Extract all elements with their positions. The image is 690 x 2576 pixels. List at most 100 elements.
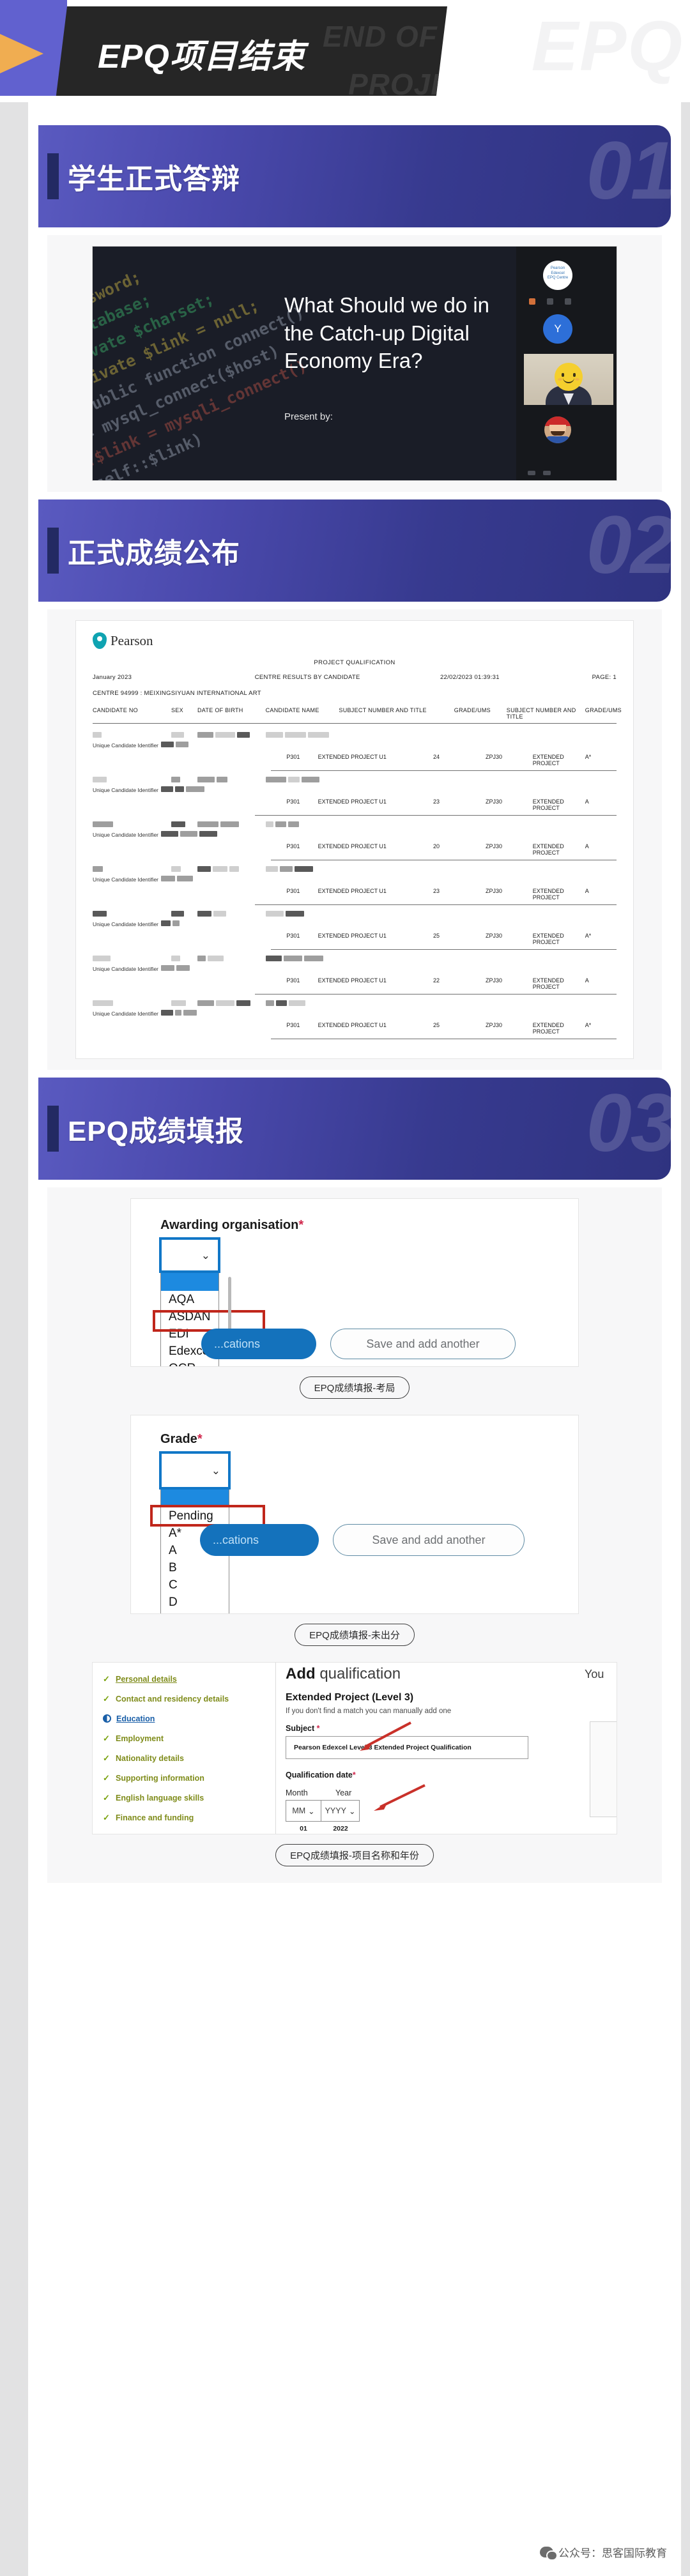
spacer xyxy=(93,888,286,901)
final-grade: A xyxy=(585,977,617,990)
subject-title-2: EXTENDED PROJECT xyxy=(533,798,585,811)
subject-code-1: P301 xyxy=(286,977,318,990)
option-ocr[interactable]: OCR xyxy=(161,1360,218,1366)
ucas-month-label: Month xyxy=(286,1788,321,1797)
unique-candidate-identifier: Unique Candidate Identifier xyxy=(93,831,617,838)
col-date-of-birth: DATE OF BIRTH xyxy=(197,707,266,720)
ucas-nav-item-employment[interactable]: ✓ Employment xyxy=(103,1728,275,1748)
option-blank-selected[interactable] xyxy=(161,1490,229,1507)
required-asterisk: * xyxy=(298,1218,303,1232)
document-page-number: PAGE: 1 xyxy=(543,674,617,681)
candidate-identity-redacted xyxy=(93,864,617,874)
subject-code-2: ZPJ30 xyxy=(486,754,533,766)
candidate-identity-redacted xyxy=(93,909,617,919)
ucas-nav-item-personal-details[interactable]: ✓ Personal details xyxy=(103,1669,275,1689)
chat-icon xyxy=(543,471,551,475)
ums-score: 24 xyxy=(433,754,486,766)
section-banner-03: 03 EPQ成绩填报 xyxy=(38,1078,671,1180)
awarding-organisation-select[interactable]: ⌄ xyxy=(159,1237,220,1273)
table-header-rule xyxy=(93,723,617,724)
row-divider xyxy=(271,949,617,950)
subject-title-2: EXTENDED PROJECT xyxy=(533,977,585,990)
subject-code-1: P301 xyxy=(286,888,318,901)
header-watermark-line1: END OF THE xyxy=(323,19,447,54)
subject-code-2: ZPJ30 xyxy=(486,843,533,856)
wechat-icon xyxy=(540,2547,553,2557)
subject-title-2: EXTENDED PROJECT xyxy=(533,888,585,901)
section-number-03: 03 xyxy=(586,1079,671,1169)
check-icon: ✓ xyxy=(103,1773,111,1783)
ucas-nav-item-english-language-skills[interactable]: ✓ English language skills xyxy=(103,1788,275,1808)
col-subject-1: SUBJECT NUMBER AND TITLE xyxy=(339,707,454,720)
option-c[interactable]: C xyxy=(161,1576,229,1594)
option-e[interactable]: E xyxy=(161,1611,229,1613)
subject-title-2: EXTENDED PROJECT xyxy=(533,843,585,856)
unique-candidate-identifier: Unique Candidate Identifier xyxy=(93,786,617,793)
ucas-nav-item-contact-and-residency-details[interactable]: ✓ Contact and residency details xyxy=(103,1689,275,1709)
option-pending[interactable]: Pending xyxy=(161,1507,229,1525)
ucas-right-column: You xyxy=(585,1663,617,1834)
ucas-month-value: 01 xyxy=(286,1825,321,1833)
save-qualifications-button[interactable]: ...cations xyxy=(201,1329,316,1359)
section-title-01: 学生正式答辩 xyxy=(68,156,240,197)
save-qualifications-button[interactable]: ...cations xyxy=(200,1524,319,1556)
ucas-date-values: 01 2022 xyxy=(286,1825,578,1833)
spacer xyxy=(93,1022,286,1035)
col-subject-2: SUBJECT NUMBER AND TITLE xyxy=(507,707,585,720)
ucas-month-select[interactable]: MM ⌄ xyxy=(286,1800,321,1822)
ucas-nav-item-label: Personal details xyxy=(116,1675,177,1684)
ucas-nav-item-label: Finance and funding xyxy=(116,1813,194,1822)
chevron-down-icon: ⌄ xyxy=(211,1465,220,1476)
spacer xyxy=(93,798,286,811)
document-session: January 2023 xyxy=(93,674,218,681)
section-card-01: private $password; private $database; st… xyxy=(47,235,662,492)
document-centre-line: CENTRE 94999 : MEIXINGSIYUAN INTERNATION… xyxy=(93,690,617,697)
col-grade-2: GRADE/UMS xyxy=(585,707,617,720)
subject-title-1: EXTENDED PROJECT U1 xyxy=(318,843,433,856)
ucas-qualification-date-label: Qualification date* xyxy=(286,1771,578,1780)
ucas-nav-item-label: Contact and residency details xyxy=(116,1695,229,1703)
participant-avatar-image xyxy=(544,416,571,443)
ucas-nav-item-finance-and-funding[interactable]: ✓ Finance and funding xyxy=(103,1808,275,1827)
save-and-add-another-button[interactable]: Save and add another xyxy=(330,1329,516,1359)
dropdown-scrollbar[interactable] xyxy=(228,1277,231,1332)
option-b[interactable]: B xyxy=(161,1559,229,1576)
grade-select[interactable]: ⌄ xyxy=(159,1451,231,1490)
option-aqa[interactable]: AQA xyxy=(161,1291,218,1308)
ucas-subject-input[interactable]: Pearson Edexcel Level 3 Extended Project… xyxy=(286,1736,528,1759)
check-icon: ✓ xyxy=(103,1674,111,1684)
section-banner-02: 02 正式成绩公布 xyxy=(38,499,671,602)
subject-title-2: EXTENDED PROJECT xyxy=(533,1022,585,1035)
subject-title-1: EXTENDED PROJECT U1 xyxy=(318,888,433,901)
save-and-add-another-button[interactable]: Save and add another xyxy=(333,1524,525,1556)
option-asdan[interactable]: ASDAN xyxy=(161,1308,218,1325)
page-root: EPQ END OF THE PROJECT EPQ项目结束 01 学生正式答辩 xyxy=(0,0,690,2576)
ucas-year-value: 2022 xyxy=(321,1825,360,1833)
row-divider xyxy=(255,815,617,816)
ucas-nav-item-education[interactable]: Education xyxy=(103,1709,275,1728)
participant-panel-footer-controls[interactable] xyxy=(528,471,551,475)
grade-label: Grade* xyxy=(160,1432,203,1447)
slide-title: What Should we do in the Catch-up Digita… xyxy=(284,291,495,375)
candidate-result-row: P301 EXTENDED PROJECT U1 22 ZPJ30 EXTENDED P… xyxy=(93,973,617,993)
ucas-year-select[interactable]: YYYY ⌄ xyxy=(321,1800,360,1822)
participant-camera-tile xyxy=(524,354,613,405)
option-d[interactable]: D xyxy=(161,1594,229,1611)
results-table-body: Unique Candidate Identifier P301 EXTENDED … xyxy=(93,730,617,1039)
meeting-controls[interactable] xyxy=(529,298,606,305)
subject-title-2: EXTENDED PROJECT xyxy=(533,754,585,766)
option-blank-selected[interactable] xyxy=(161,1273,218,1291)
page-content: 01 学生正式答辩 private $password; private $da… xyxy=(28,102,681,2576)
subject-title-1: EXTENDED PROJECT U1 xyxy=(318,798,433,811)
section-title-02: 正式成绩公布 xyxy=(68,530,240,571)
ucas-nav-item-nationality-details[interactable]: ✓ Nationality details xyxy=(103,1748,275,1768)
ucas-date-selects: MM ⌄ YYYY ⌄ xyxy=(286,1800,578,1822)
ucas-nav-item-label: Education xyxy=(116,1714,155,1723)
screenshare-icon xyxy=(528,471,535,475)
subject-title-1: EXTENDED PROJECT U1 xyxy=(318,933,433,945)
ucas-nav-item-supporting-information[interactable]: ✓ Supporting information xyxy=(103,1768,275,1788)
subject-code-1: P301 xyxy=(286,1022,318,1035)
final-grade: A* xyxy=(585,1022,617,1035)
table-row: Unique Candidate Identifier P301 EXTENDED … xyxy=(93,730,617,771)
mic-icon xyxy=(547,298,553,305)
